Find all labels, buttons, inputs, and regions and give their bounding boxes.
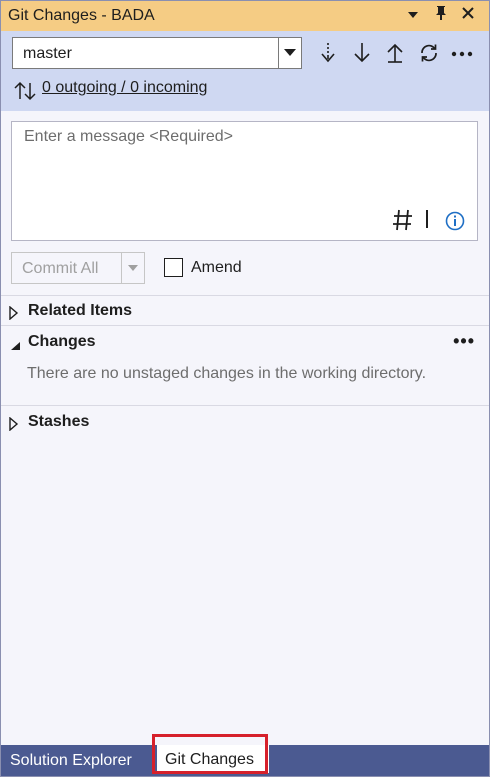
changes-more-button[interactable]: ••• [453,331,475,352]
outgoing-incoming-link[interactable]: 0 outgoing / 0 incoming [42,79,207,97]
pull-icon [354,43,370,63]
commit-all-split-button[interactable]: Commit All [11,252,145,284]
toolbar-separator [426,210,428,228]
expand-arrow-icon [9,305,19,325]
section-label: Stashes [28,413,90,430]
pin-icon[interactable] [431,5,451,27]
branch-dropdown-button[interactable] [278,38,301,68]
chevron-down-icon [128,265,138,271]
info-icon[interactable] [445,211,465,231]
commit-message-box [11,121,478,241]
divider [1,295,489,296]
section-related-items[interactable]: Related Items [1,298,489,326]
divider [1,405,489,406]
bottom-tab-bar: Solution Explorer Git Changes [1,745,489,776]
incoming-outgoing-icon [14,81,36,106]
expand-arrow-icon [9,416,19,436]
tab-git-changes[interactable]: Git Changes [157,745,269,773]
section-stashes[interactable]: Stashes [1,409,489,437]
hash-reference-icon[interactable] [392,208,414,232]
fetch-icon [321,43,335,63]
more-actions-button[interactable] [448,39,474,67]
commit-message-input[interactable] [12,122,477,202]
push-icon [387,43,403,63]
section-changes[interactable]: Changes ••• [1,329,489,357]
title-bar: Git Changes - BADA [1,1,489,31]
amend-checkbox[interactable] [164,258,183,277]
window-menu-dropdown-icon[interactable] [403,5,423,27]
no-changes-message: There are no unstaged changes in the wor… [27,365,427,382]
git-toolbar: master 0 outgoing / 0 incoming [1,31,489,111]
branch-selector[interactable]: master [12,37,302,69]
pull-button[interactable] [349,39,375,67]
commit-all-button[interactable]: Commit All [22,260,98,278]
git-changes-window [0,0,490,777]
section-label: Changes [28,333,96,350]
branch-name: master [23,45,72,62]
window-title: Git Changes - BADA [8,7,155,24]
sync-button[interactable] [415,39,441,67]
fetch-button[interactable] [315,39,341,67]
divider [1,325,489,326]
amend-label: Amend [191,259,242,276]
sync-icon [421,44,437,62]
chevron-down-icon [284,49,296,56]
push-button[interactable] [382,39,408,67]
more-icon [451,51,473,57]
section-label: Related Items [28,302,133,319]
collapse-arrow-icon [9,338,21,356]
commit-options-dropdown[interactable] [122,253,144,283]
tab-solution-explorer[interactable]: Solution Explorer [10,745,132,776]
close-icon[interactable] [458,5,478,27]
